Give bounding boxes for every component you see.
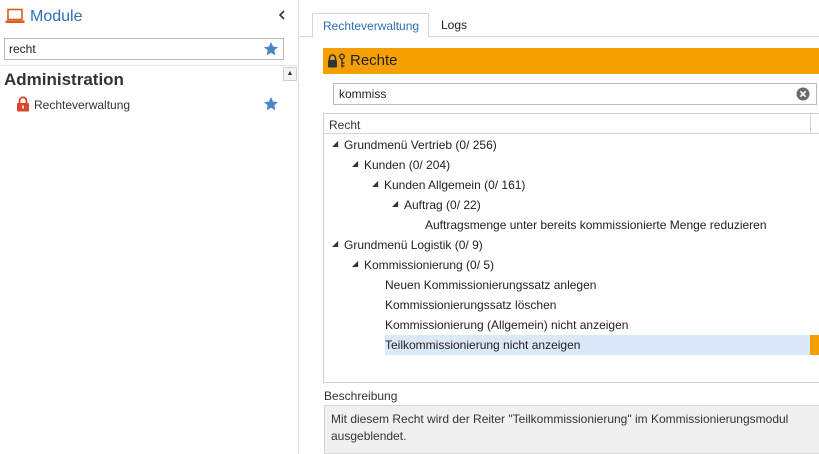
- star-icon[interactable]: [263, 96, 279, 112]
- tree-row-label: Kunden (0/ 204): [364, 158, 451, 172]
- tab-logs[interactable]: Logs: [431, 13, 481, 37]
- tree-row-label: Auftrag (0/ 22): [404, 198, 481, 212]
- tree-row[interactable]: ◢ Kunden (0/ 204): [352, 155, 812, 175]
- tree-row[interactable]: ◢ Grundmenü Vertrieb (0/ 256): [332, 135, 812, 155]
- triangle-down-icon[interactable]: ◢: [332, 239, 338, 248]
- tree-row-label: Teilkommissionierung nicht anzeigen: [385, 338, 581, 352]
- triangle-down-icon[interactable]: ◢: [332, 139, 338, 148]
- chevron-left-icon: [278, 10, 285, 20]
- sidebar-section-title: Administration: [4, 70, 124, 89]
- tree-row[interactable]: Kommissionierungssatz löschen: [385, 295, 812, 315]
- collapse-sidebar-button[interactable]: [275, 8, 289, 24]
- description-text: Mit diesem Recht wird der Reiter "Teilko…: [324, 405, 819, 454]
- tab-bar: Rechteverwaltung Logs: [300, 0, 819, 38]
- triangle-down-icon[interactable]: ◢: [352, 159, 358, 168]
- description-label: Beschreibung: [324, 389, 398, 403]
- tree-row[interactable]: ◢ Kommissionierung (0/ 5): [352, 255, 812, 275]
- tab-rechteverwaltung[interactable]: Rechteverwaltung: [312, 13, 429, 38]
- sidebar-header: Module: [0, 0, 299, 36]
- module-sidebar: Module Administration ▲ Rechteverwaltung: [0, 0, 299, 454]
- tree-row-label: Neuen Kommissionierungssatz anlegen: [385, 278, 597, 292]
- tree-row-selected[interactable]: Teilkommissionierung nicht anzeigen: [385, 335, 819, 355]
- module-search-input[interactable]: [5, 39, 255, 59]
- tree-row[interactable]: ◢ Auftrag (0/ 22): [392, 195, 812, 215]
- rechte-header-bar: Rechte: [323, 48, 819, 74]
- rights-tree: Recht ◢ Grundmenü Vertrieb (0/ 256) ◢ Ku…: [323, 113, 819, 383]
- lock-icon: [17, 96, 29, 112]
- tree-row-label: Kommissionierung (Allgemein) nicht anzei…: [385, 318, 629, 332]
- tree-column-header: Recht: [324, 114, 819, 134]
- tree-row-label: Auftragsmenge unter bereits kommissionie…: [425, 218, 767, 232]
- rights-filter-input[interactable]: [334, 84, 784, 104]
- rights-filter-box: [333, 83, 817, 105]
- scroll-up-button[interactable]: ▲: [283, 67, 297, 81]
- tree-row[interactable]: Neuen Kommissionierungssatz anlegen: [385, 275, 812, 295]
- star-icon[interactable]: [263, 41, 279, 57]
- tree-row-label: Grundmenü Vertrieb (0/ 256): [344, 138, 497, 152]
- tree-row-label: Kunden Allgemein (0/ 161): [384, 178, 526, 192]
- triangle-down-icon[interactable]: ◢: [392, 199, 398, 208]
- column-divider[interactable]: [810, 114, 811, 134]
- main-area: Rechteverwaltung Logs Rechte Recht ◢ Gru…: [300, 0, 819, 454]
- tree-row-label: Grundmenü Logistik (0/ 9): [344, 238, 483, 252]
- sidebar-item-label: Rechteverwaltung: [34, 98, 131, 112]
- module-search-box: [4, 38, 284, 60]
- sidebar-title: Module: [30, 8, 83, 25]
- column-header-recht[interactable]: Recht: [329, 118, 360, 132]
- lock-key-icon: [328, 53, 345, 68]
- tree-row-label: Kommissionierung (0/ 5): [364, 258, 495, 272]
- triangle-down-icon[interactable]: ◢: [372, 179, 378, 188]
- tree-row-label: Kommissionierungssatz löschen: [385, 298, 557, 312]
- tree-row[interactable]: Kommissionierung (Allgemein) nicht anzei…: [385, 315, 812, 335]
- triangle-down-icon[interactable]: ◢: [352, 259, 358, 268]
- panel-title: Rechte: [350, 52, 398, 69]
- clear-circle-icon[interactable]: [796, 87, 810, 101]
- laptop-icon: [5, 8, 25, 23]
- sidebar-divider: [0, 65, 299, 66]
- tree-row[interactable]: ◢ Grundmenü Logistik (0/ 9): [332, 235, 812, 255]
- tree-row[interactable]: Auftragsmenge unter bereits kommissionie…: [425, 215, 812, 235]
- sidebar-item-rechteverwaltung[interactable]: Rechteverwaltung: [14, 95, 284, 115]
- tree-row[interactable]: ◢ Kunden Allgemein (0/ 161): [372, 175, 812, 195]
